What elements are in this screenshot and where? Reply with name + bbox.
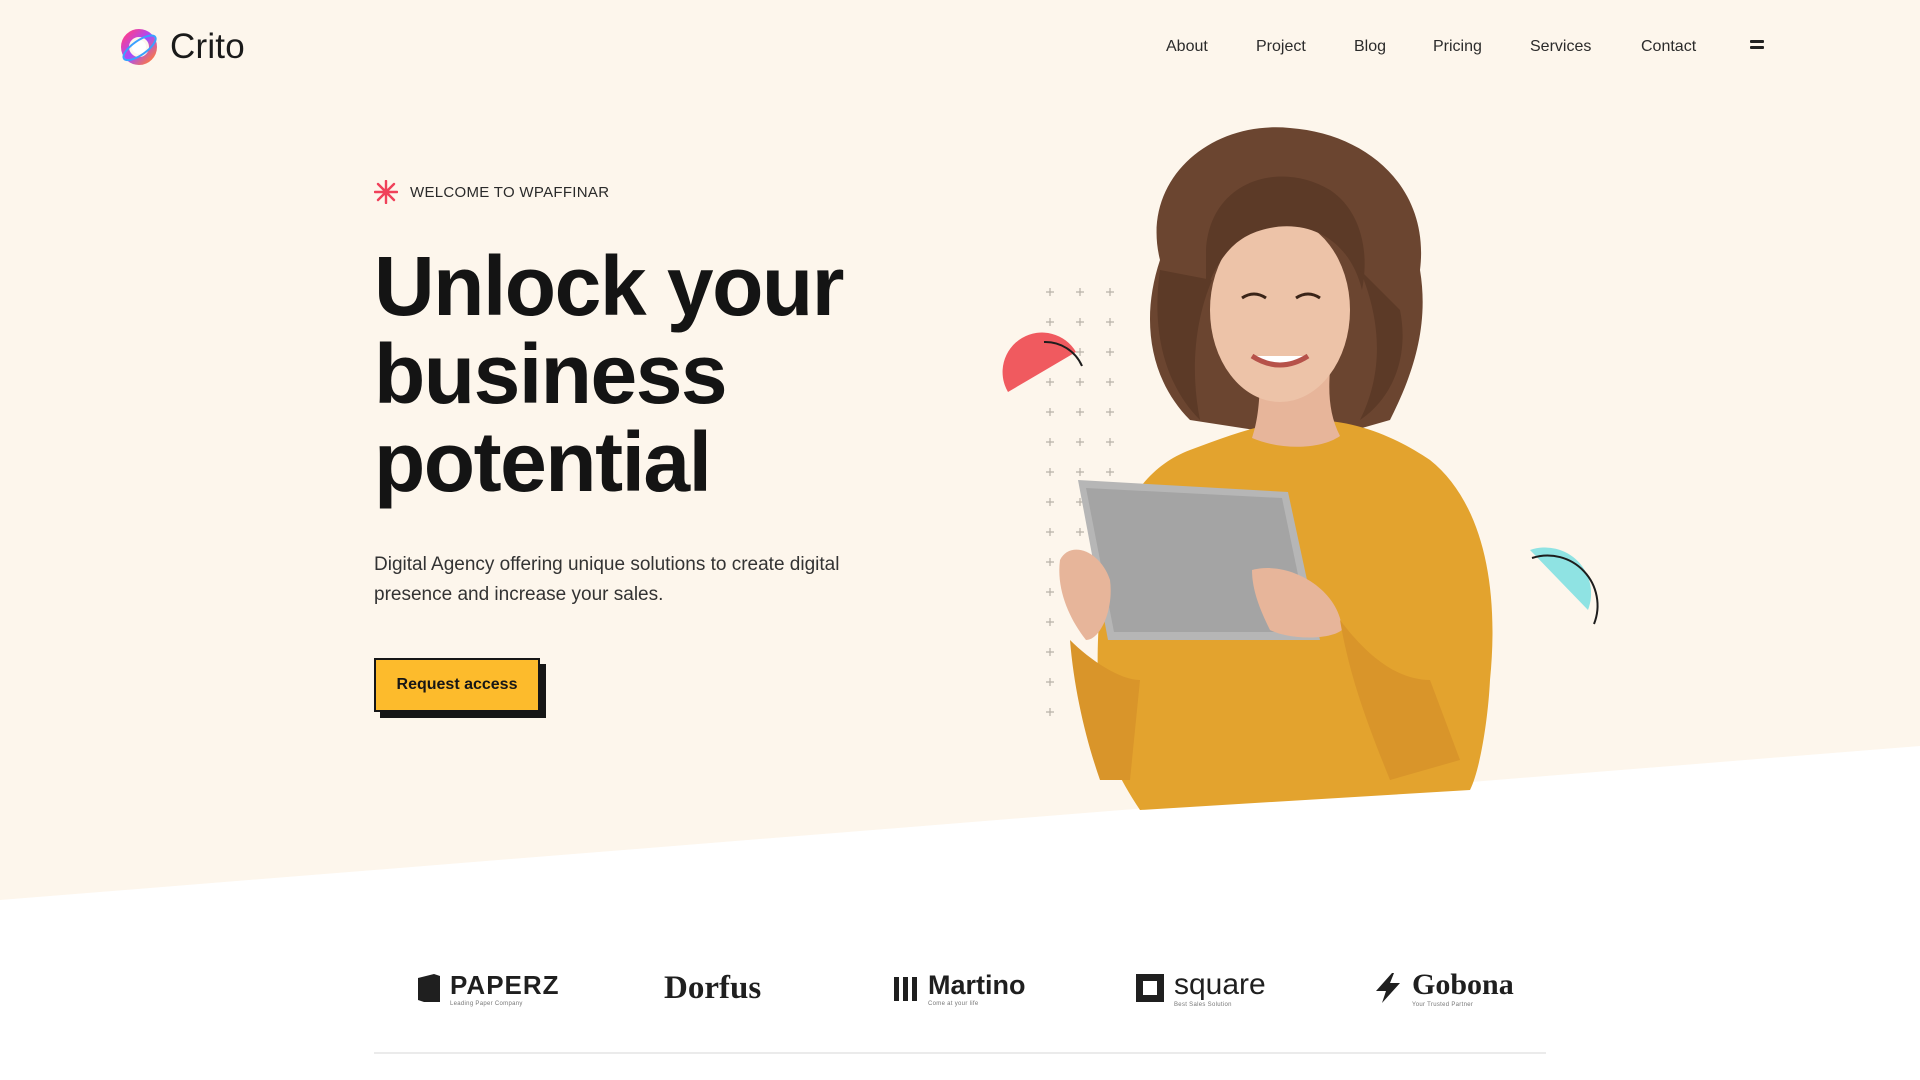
starburst-icon <box>374 180 398 204</box>
book-icon <box>418 974 440 1002</box>
eyebrow-text: WELCOME TO WPAFFINAR <box>410 183 610 201</box>
nav-blog[interactable]: Blog <box>1354 38 1386 56</box>
partner-paperz[interactable]: PAPERZ Leading Paper Company <box>416 960 560 1016</box>
bars-icon <box>894 977 917 1001</box>
nav-about[interactable]: About <box>1166 38 1208 56</box>
partner-gobona[interactable]: Gobona Your Trusted Partner <box>1372 960 1514 1016</box>
nav-pricing[interactable]: Pricing <box>1433 38 1482 56</box>
headline-line-1: Unlock your <box>374 239 844 333</box>
hero-illustration <box>1002 127 1599 810</box>
site-header: Crito About Project Blog Pricing Service… <box>0 0 1920 100</box>
bolt-icon <box>1376 973 1400 1003</box>
hero-subtext: Digital Agency offering unique solutions… <box>374 554 840 605</box>
hero-headline: Unlock your business potential <box>374 242 934 506</box>
main-nav: About Project Blog Pricing Services Cont… <box>0 38 1920 62</box>
headline-line-3: potential <box>374 415 712 509</box>
square-icon <box>1136 974 1164 1002</box>
nav-contact[interactable]: Contact <box>1641 38 1696 56</box>
partner-tagline: Come at your life <box>928 1000 979 1007</box>
partner-tagline: Best Sales Solution <box>1174 1002 1232 1008</box>
coral-half-circle-shape <box>1002 332 1083 392</box>
partner-name: PAPERZ <box>450 969 560 1000</box>
partner-square[interactable]: square Best Sales Solution <box>1134 960 1266 1016</box>
partner-logos: PAPERZ Leading Paper Company Dorfus Mart… <box>0 960 1920 1030</box>
partner-dorfus[interactable]: Dorfus <box>664 960 761 1016</box>
partner-name: Martino <box>928 969 1026 1000</box>
hero-eyebrow: WELCOME TO WPAFFINAR <box>374 180 609 204</box>
request-access-button[interactable]: Request access <box>374 658 540 712</box>
cyan-half-circle-shape <box>1530 547 1599 625</box>
woman-with-tablet-photo <box>1059 127 1493 810</box>
headline-line-2: business <box>374 327 728 421</box>
request-access-wrap: Request access <box>374 658 546 718</box>
partner-name: Dorfus <box>664 969 762 1006</box>
partner-name: Gobona <box>1412 968 1514 1001</box>
partner-martino[interactable]: Martino Come at your life <box>892 960 1026 1016</box>
hero-background <box>0 0 1920 900</box>
partner-tagline: Your Trusted Partner <box>1412 1002 1474 1008</box>
partner-name: square <box>1174 968 1266 1001</box>
hamburger-icon[interactable] <box>1750 40 1768 54</box>
section-divider <box>374 1052 1546 1054</box>
nav-services[interactable]: Services <box>1530 38 1591 56</box>
nav-project[interactable]: Project <box>1256 38 1306 56</box>
partner-tagline: Leading Paper Company <box>450 1000 523 1007</box>
